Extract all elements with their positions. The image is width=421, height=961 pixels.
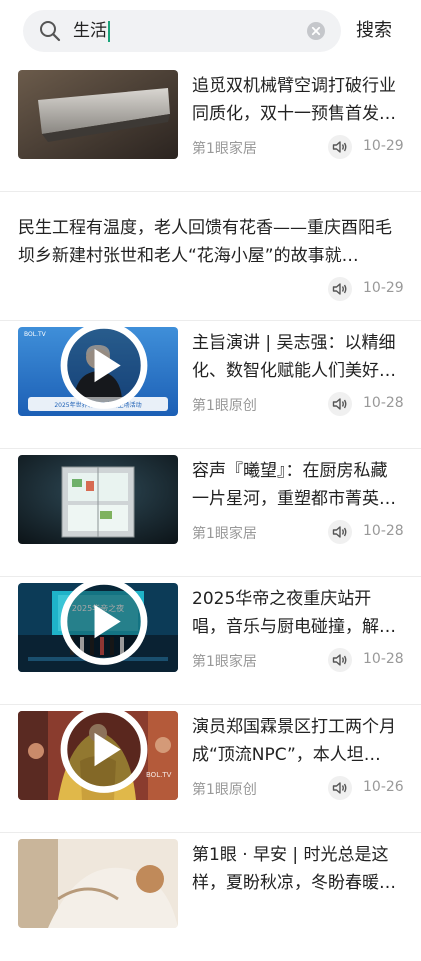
news-item-keynote-speech[interactable]: 2025年世界城市日中国主场活动 BOL.TV 主旨演讲 | 吴志强：以精细化、… <box>0 321 421 449</box>
search-bar: 生活 搜索 <box>0 0 421 64</box>
news-date: 10-28 <box>363 395 404 411</box>
text-cursor <box>108 20 110 42</box>
search-icon <box>40 21 61 42</box>
clear-icon[interactable] <box>307 22 325 40</box>
news-item-good-morning[interactable]: 第1眼 · 早安 | 时光总是这样，夏盼秋凉，冬盼春暖… <box>0 833 421 961</box>
news-thumbnail[interactable] <box>18 839 178 928</box>
news-item-old-man-flower-house[interactable]: 民生工程有温度，老人回馈有花香——重庆酉阳毛坝乡新建村张世和老人“花海小屋”的故… <box>0 192 421 321</box>
speaker-icon[interactable] <box>328 277 352 301</box>
news-feed: 追觅双机械臂空调打破行业同质化，双十一预售首发… 第1眼家居 10-29 民生工… <box>0 64 421 961</box>
search-input[interactable]: 生活 <box>73 10 110 52</box>
news-thumbnail[interactable]: BOL.TV <box>18 711 178 800</box>
news-item-vatti-night[interactable]: 2025华帝之夜 2025华帝之夜重庆站开唱，音乐与厨电碰撞，解锁“… 第1眼家… <box>0 577 421 705</box>
news-title: 民生工程有温度，老人回馈有花香——重庆酉阳毛坝乡新建村张世和老人“花海小屋”的故… <box>18 218 392 266</box>
play-icon <box>60 711 148 793</box>
search-box[interactable]: 生活 <box>23 10 341 52</box>
news-title: 演员郑国霖景区打工两个月成“顶流NPC”，本人坦… <box>192 717 396 765</box>
search-query: 生活 <box>73 21 107 41</box>
speaker-icon[interactable] <box>328 776 352 800</box>
news-source: 第1眼家居 <box>192 654 257 670</box>
news-source: 第1眼原创 <box>192 398 257 414</box>
speaker-icon[interactable] <box>328 520 352 544</box>
news-date: 10-28 <box>363 651 404 667</box>
news-thumbnail[interactable]: 2025年世界城市日中国主场活动 BOL.TV <box>18 327 178 416</box>
news-date: 10-28 <box>363 523 404 539</box>
news-title: 主旨演讲 | 吴志强：以精细化、数智化赋能人们美好… <box>192 333 396 381</box>
news-source: 第1眼家居 <box>192 526 257 542</box>
news-item-actor-npc[interactable]: BOL.TV 演员郑国霖景区打工两个月成“顶流NPC”，本人坦… 第1眼原创 1… <box>0 705 421 833</box>
speaker-icon[interactable] <box>328 392 352 416</box>
play-icon <box>60 327 148 409</box>
news-date: 10-29 <box>363 138 404 154</box>
news-item-air-conditioner[interactable]: 追觅双机械臂空调打破行业同质化，双十一预售首发… 第1眼家居 10-29 <box>0 64 421 192</box>
news-item-fridge[interactable]: 容声『曦望』：在厨房私藏一片星河，重塑都市菁英… 第1眼家居 10-28 <box>0 449 421 577</box>
news-thumbnail[interactable] <box>18 70 178 159</box>
speaker-icon[interactable] <box>328 135 352 159</box>
news-source: 第1眼原创 <box>192 782 257 798</box>
news-date: 10-29 <box>363 280 404 296</box>
news-title: 容声『曦望』：在厨房私藏一片星河，重塑都市菁英… <box>192 461 396 509</box>
news-source: 第1眼家居 <box>192 141 257 157</box>
news-title: 追觅双机械臂空调打破行业同质化，双十一预售首发… <box>192 76 396 124</box>
news-title: 2025华帝之夜重庆站开唱，音乐与厨电碰撞，解锁“… <box>192 589 379 637</box>
speaker-icon[interactable] <box>328 648 352 672</box>
news-thumbnail[interactable] <box>18 455 178 544</box>
news-title: 第1眼 · 早安 | 时光总是这样，夏盼秋凉，冬盼春暖… <box>192 845 396 893</box>
news-date: 10-26 <box>363 779 404 795</box>
play-icon <box>60 583 148 665</box>
search-button[interactable]: 搜索 <box>356 10 392 52</box>
news-thumbnail[interactable]: 2025华帝之夜 <box>18 583 178 672</box>
